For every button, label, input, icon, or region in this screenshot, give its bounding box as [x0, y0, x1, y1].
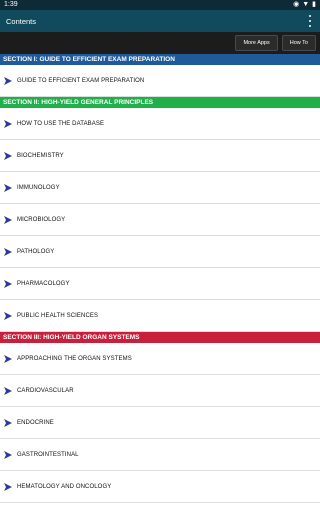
- list-item[interactable]: CARDIOVASCULAR: [0, 375, 320, 407]
- page-title: Contents: [6, 16, 37, 26]
- list-item[interactable]: PUBLIC HEALTH SCIENCES: [0, 300, 320, 332]
- chevron-right-icon: [4, 279, 12, 288]
- list-item[interactable]: BIOCHEMISTRY: [0, 140, 320, 172]
- list-item-label: IMMUNOLOGY: [17, 184, 60, 191]
- list-item[interactable]: APPROACHING THE ORGAN SYSTEMS: [0, 343, 320, 375]
- list-item-label: PUBLIC HEALTH SCIENCES: [17, 312, 99, 319]
- list-item[interactable]: HEMATOLOGY AND ONCOLOGY: [0, 471, 320, 503]
- wifi-icon: ▼: [302, 1, 310, 8]
- list-item[interactable]: GUIDE TO EFFICIENT EXAM PREPARATION: [0, 65, 320, 97]
- list-item-label: GUIDE TO EFFICIENT EXAM PREPARATION: [17, 77, 145, 84]
- list-item[interactable]: IMMUNOLOGY: [0, 172, 320, 204]
- chevron-right-icon: [4, 354, 12, 363]
- more-apps-button[interactable]: More Apps: [235, 35, 278, 51]
- list-item[interactable]: PATHOLOGY: [0, 236, 320, 268]
- list-item-label: BIOCHEMISTRY: [17, 152, 64, 159]
- list-item[interactable]: GASTROINTESTINAL: [0, 439, 320, 471]
- location-icon: ◉: [293, 1, 300, 8]
- contents-list[interactable]: SECTION I: GUIDE TO EFFICIENT EXAM PREPA…: [0, 54, 320, 512]
- app-bar: Contents: [0, 10, 320, 32]
- status-bar: 1:39 ◉ ▼ ▮: [0, 0, 320, 10]
- list-item[interactable]: HOW TO USE THE DATABASE: [0, 108, 320, 140]
- list-item-label: PATHOLOGY: [17, 248, 55, 255]
- toolbar: More Apps How To: [0, 32, 320, 54]
- section-header: SECTION I: GUIDE TO EFFICIENT EXAM PREPA…: [0, 54, 320, 65]
- chevron-right-icon: [4, 450, 12, 459]
- status-time: 1:39: [4, 1, 18, 8]
- chevron-right-icon: [4, 418, 12, 427]
- list-item-label: MICROBIOLOGY: [17, 216, 66, 223]
- list-item-label: HOW TO USE THE DATABASE: [17, 120, 105, 127]
- chevron-right-icon: [4, 482, 12, 491]
- list-item[interactable]: ENDOCRINE: [0, 407, 320, 439]
- chevron-right-icon: [4, 215, 12, 224]
- battery-icon: ▮: [312, 1, 316, 8]
- list-item-label: GASTROINTESTINAL: [17, 451, 79, 458]
- section-header: SECTION II: HIGH-YIELD GENERAL PRINCIPLE…: [0, 97, 320, 108]
- list-item-label: ENDOCRINE: [17, 419, 54, 426]
- list-item-label: CARDIOVASCULAR: [17, 387, 74, 394]
- list-item[interactable]: PHARMACOLOGY: [0, 268, 320, 300]
- chevron-right-icon: [4, 151, 12, 160]
- list-item-label: APPROACHING THE ORGAN SYSTEMS: [17, 355, 132, 362]
- chevron-right-icon: [4, 311, 12, 320]
- list-item[interactable]: MICROBIOLOGY: [0, 204, 320, 236]
- chevron-right-icon: [4, 247, 12, 256]
- list-item-label: HEMATOLOGY AND ONCOLOGY: [17, 483, 112, 490]
- chevron-right-icon: [4, 119, 12, 128]
- chevron-right-icon: [4, 386, 12, 395]
- list-item-label: PHARMACOLOGY: [17, 280, 70, 287]
- overflow-menu-icon[interactable]: [306, 14, 314, 28]
- chevron-right-icon: [4, 183, 12, 192]
- chevron-right-icon: [4, 76, 12, 85]
- how-to-button[interactable]: How To: [281, 35, 316, 51]
- section-header: SECTION III: HIGH-YIELD ORGAN SYSTEMS: [0, 332, 320, 343]
